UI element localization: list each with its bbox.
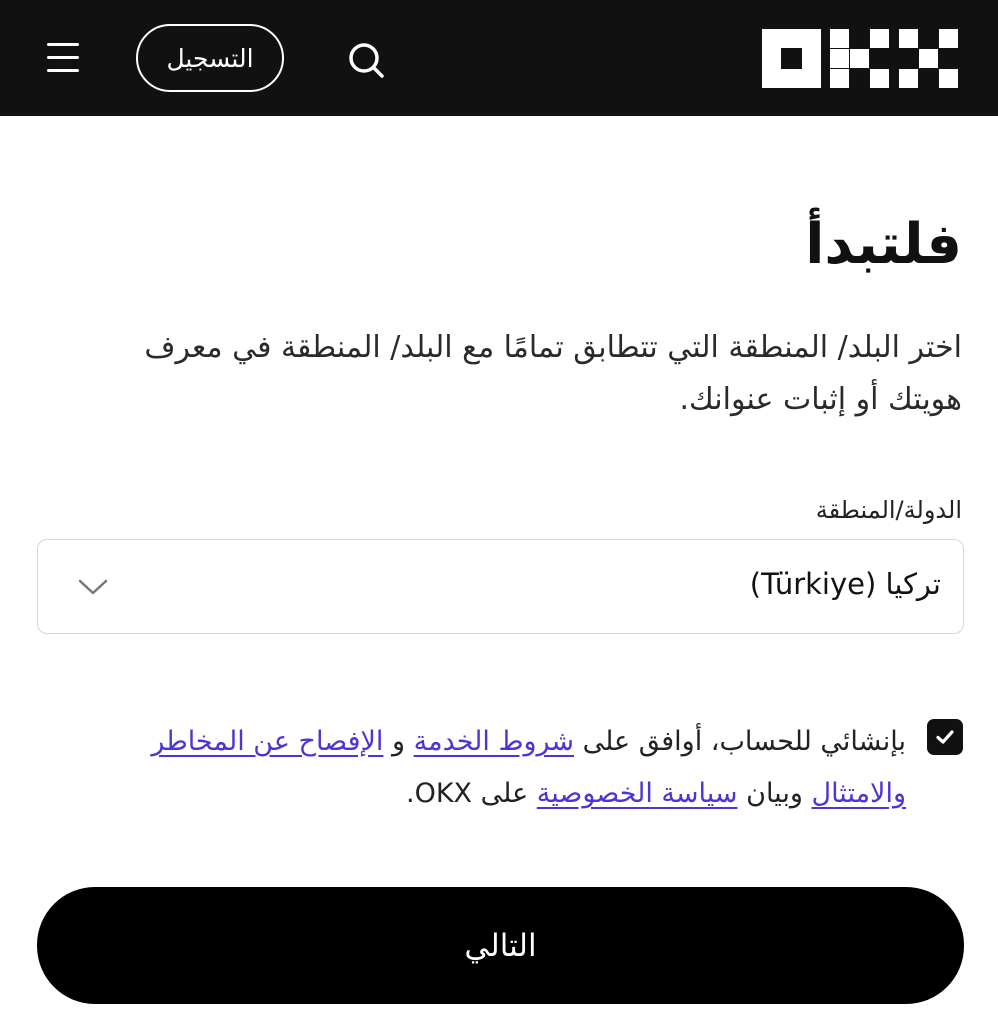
consent-prefix: بإنشائي للحساب، أوافق على [574, 726, 906, 757]
chevron-down-icon [76, 570, 110, 604]
search-icon[interactable] [344, 38, 388, 82]
checkmark-icon [936, 730, 954, 744]
terms-of-service-link[interactable]: شروط الخدمة [414, 726, 574, 757]
consent-checkbox[interactable] [927, 719, 963, 755]
country-field-label: الدولة/المنطقة [815, 496, 962, 524]
page-subtitle: اختر البلد/ المنطقة التي تتطابق تمامًا م… [144, 330, 962, 417]
consent-and: و [383, 726, 414, 757]
country-select-value: تركيا (Türkiye) [749, 567, 941, 601]
next-button-label: التالي [464, 927, 537, 964]
top-navbar: التسجيل [0, 0, 998, 116]
country-select[interactable]: تركيا (Türkiye) [37, 539, 964, 634]
signup-button-label: التسجيل [166, 43, 254, 73]
hamburger-menu-icon[interactable] [44, 40, 82, 76]
privacy-policy-link[interactable]: سياسة الخصوصية [537, 778, 738, 809]
consent-and-privacy: وبيان [737, 778, 812, 809]
consent-text: بإنشائي للحساب، أوافق على شروط الخدمة و … [66, 716, 906, 820]
okx-logo[interactable] [762, 29, 958, 88]
consent-suffix: على OKX. [406, 778, 537, 809]
page-title: فلتبدأ [805, 212, 962, 277]
next-button[interactable]: التالي [37, 887, 964, 1004]
signup-button[interactable]: التسجيل [136, 24, 284, 92]
